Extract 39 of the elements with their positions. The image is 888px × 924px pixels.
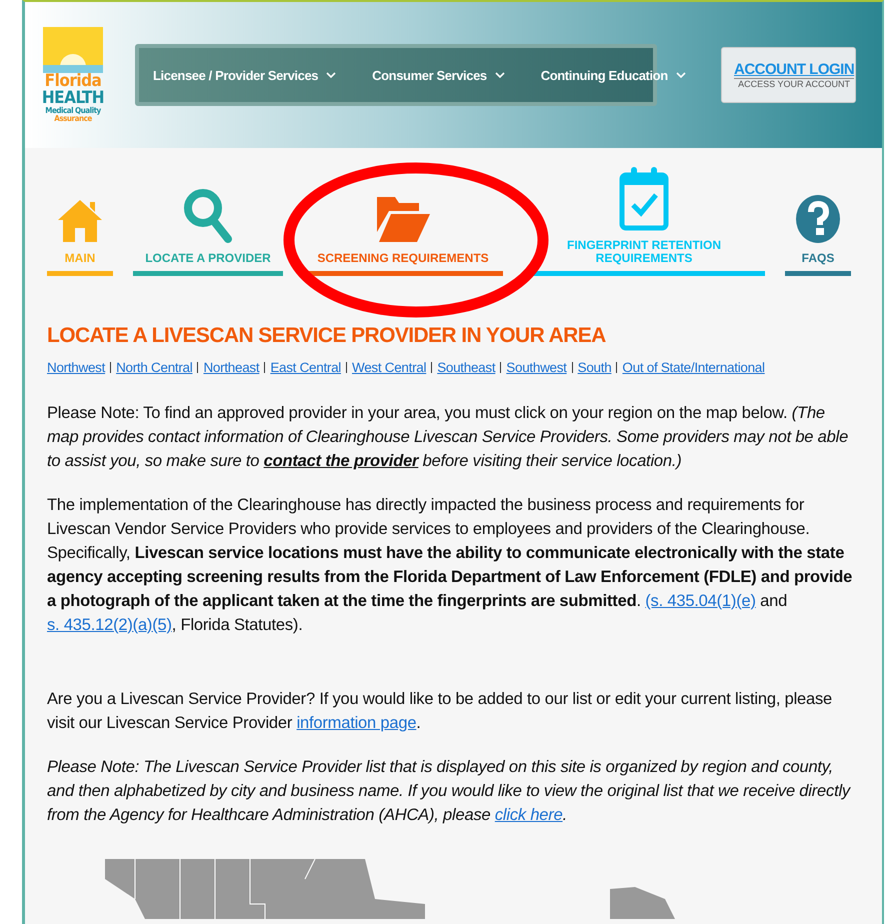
chevron-down-icon bbox=[676, 72, 686, 78]
region-link[interactable]: Southeast bbox=[437, 360, 496, 375]
region-link[interactable]: West Central bbox=[352, 360, 426, 375]
paragraph: Are you a Livescan Service Provider? If you would like to be added to our list or edit your current listing, please visit our Livescan Service Provider information page. bbox=[47, 689, 834, 734]
region-link[interactable]: Northeast bbox=[203, 360, 260, 375]
nav-tab[interactable]: LOCATE A PROVIDER bbox=[133, 188, 283, 276]
region-link[interactable]: Out of State/International bbox=[622, 360, 765, 375]
search-icon bbox=[183, 188, 233, 244]
region-link[interactable]: Northwest bbox=[47, 360, 106, 375]
nav-menu-item[interactable]: Consumer Services bbox=[372, 68, 505, 82]
chevron-down-icon bbox=[494, 72, 505, 78]
inline-link[interactable]: (s. 435.04(1)(e) bbox=[645, 592, 756, 610]
inline-link[interactable]: s. 435.12(2)(a)(5) bbox=[47, 616, 172, 634]
calendar-icon bbox=[619, 164, 669, 231]
paragraph: Please Note: To find an approved provider in your area, you must click on your region on the map below. (The map provides contact information of Clearinghouse Livescan Service Providers. Some providers may not be able to assist you, so make sure to contact the provider before visiting their service location.) bbox=[47, 403, 850, 472]
sun-icon bbox=[43, 27, 103, 73]
logo-tagline: Medical Quality bbox=[45, 107, 101, 115]
logo-text: Florida bbox=[44, 73, 102, 90]
account-login-subtitle: ACCESS YOUR ACCOUNT bbox=[734, 78, 854, 89]
account-login-button[interactable]: ACCOUNT LOGIN ACCESS YOUR ACCOUNT bbox=[721, 47, 856, 103]
chevron-down-icon bbox=[326, 72, 336, 78]
paragraph: Please Note: The Livescan Service Provider list that is displayed on this site is organized by region and county, and then alphabetized by city and business name. If you would like to view the original list that we receive directly from the Agency for Healthcare Administration (AHCA), please click here. bbox=[47, 757, 852, 826]
nav-menu-item[interactable]: Continuing Education bbox=[540, 68, 686, 82]
logo-tagline: Assurance bbox=[54, 115, 92, 123]
inline-link[interactable]: click here bbox=[494, 806, 563, 824]
logo-text: HEALTH bbox=[42, 90, 104, 107]
region-link[interactable]: Southwest bbox=[506, 360, 567, 375]
region-link[interactable]: East Central bbox=[270, 360, 341, 375]
nav-menu-item[interactable]: Licensee / Provider Services bbox=[153, 68, 336, 82]
inline-link[interactable]: contact the provider bbox=[264, 452, 418, 470]
region-link[interactable]: South bbox=[578, 360, 612, 375]
home-icon bbox=[56, 198, 104, 244]
region-link[interactable]: North Central bbox=[116, 360, 192, 375]
inline-link[interactable]: information page bbox=[296, 714, 416, 732]
question-icon bbox=[795, 194, 841, 244]
nav-tab[interactable]: FAQS bbox=[785, 194, 851, 276]
page-heading: LOCATE A LIVESCAN SERVICE PROVIDER IN YOUR AREA bbox=[47, 324, 607, 348]
account-login-title: ACCOUNT LOGIN bbox=[734, 61, 854, 78]
paragraph: The implementation of the Clearinghouse has directly impacted the business process and requirements for Livescan Vendor Service Providers who provide services to employees and providers of the Clearinghouse. Specifically, Livescan service locations must have the ability to communicate electronically with the state agency accepting screening results from the Florida Department of Law Enforcement (FDLE) and provide a photograph of the applicant taken at the time the fingerprints are submitted. (s. 435.04(1)(e) and s. 435.12(2)(a)(5), Florida Statutes). bbox=[47, 495, 854, 636]
